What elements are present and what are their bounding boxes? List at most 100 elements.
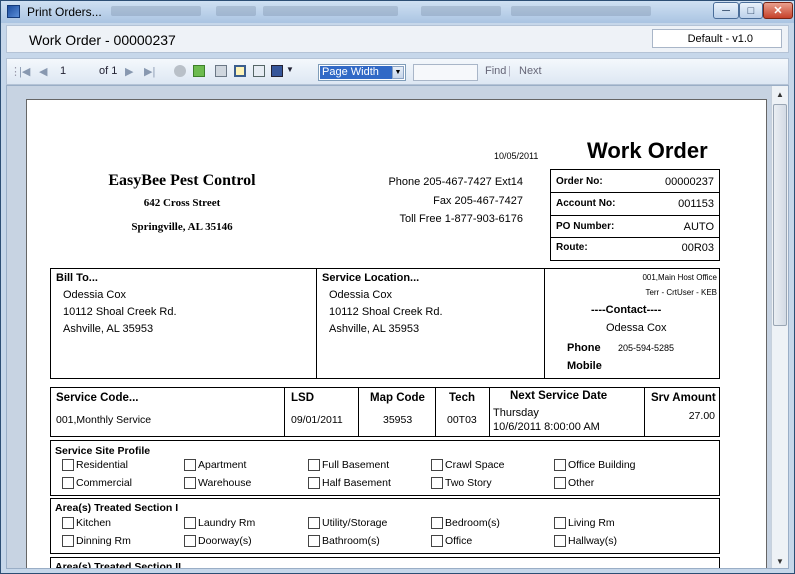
checkbox-box [554, 535, 566, 548]
company-tollfree: Toll Free 1-877-903-6176 [399, 213, 523, 225]
checkbox-two-story[interactable]: Two Story [431, 477, 492, 490]
divider [551, 192, 719, 193]
title-bar[interactable]: Print Orders... ─ □ ✕ [1, 1, 794, 23]
current-page[interactable]: 1 [60, 65, 66, 77]
checkbox-box [184, 517, 196, 530]
checkbox-warehouse[interactable]: Warehouse [184, 477, 252, 490]
zoom-value: Page Width [320, 66, 392, 79]
checkbox-half-basement[interactable]: Half Basement [308, 477, 391, 490]
contact-phone: 205-594-5285 [618, 343, 675, 353]
checkbox-label: Warehouse [198, 477, 252, 489]
scroll-up-icon[interactable]: ▲ [772, 86, 788, 103]
map-code-value: 35953 [383, 414, 413, 426]
page-setup-icon[interactable] [253, 65, 265, 77]
checkbox-box [431, 459, 443, 472]
checkbox-laundry-rm[interactable]: Laundry Rm [184, 517, 255, 530]
checkbox-other[interactable]: Other [554, 477, 594, 490]
checkbox-label: Full Basement [322, 459, 390, 471]
print-orders-window: Print Orders... ─ □ ✕ Work Order - 00000… [0, 0, 795, 574]
service-location-name: Odessia Cox [329, 289, 392, 301]
previous-page-icon[interactable]: ◀ [39, 65, 47, 78]
print-layout-icon[interactable] [234, 65, 246, 77]
phone-label: Phone [567, 342, 601, 354]
checkbox-utility-storage[interactable]: Utility/Storage [308, 517, 387, 530]
checkbox-box [554, 517, 566, 530]
blurred-taskbar-text [511, 6, 651, 16]
srv-amount-header: Srv Amount [651, 392, 716, 404]
checkbox-box [431, 517, 443, 530]
minimize-icon: ─ [722, 4, 730, 17]
checkbox-label: Office [445, 535, 473, 547]
checkbox-doorways[interactable]: Doorway(s) [184, 535, 252, 548]
last-page-icon[interactable]: ▶| [144, 65, 155, 78]
checkbox-hallways[interactable]: Hallway(s) [554, 535, 617, 548]
scroll-down-icon[interactable]: ▼ [772, 553, 788, 568]
report-toolbar: ⋮ |◀ ◀ 1 of 1 ▶ ▶| ▼ Page Width ▼ Find |… [6, 58, 789, 85]
vertical-scrollbar[interactable]: ▲ ▼ [771, 86, 788, 568]
divider [316, 269, 317, 378]
company-name: EasyBee Pest Control [108, 172, 256, 189]
checkbox-label: Bedroom(s) [445, 517, 500, 529]
order-value: 00000237 [665, 176, 714, 188]
maximize-button[interactable]: □ [739, 2, 763, 19]
next-link[interactable]: Next [519, 65, 542, 77]
checkbox-box [308, 477, 320, 490]
tech-header: Tech [449, 392, 475, 404]
zoom-select[interactable]: Page Width ▼ [318, 64, 406, 81]
first-page-icon[interactable]: |◀ [19, 65, 30, 78]
next-service-date: 10/6/2011 8:00:00 AM [493, 421, 600, 433]
checkbox-box [184, 477, 196, 490]
work-order-title: Work Order - 00000237 [29, 32, 176, 48]
blurred-taskbar-text [216, 6, 256, 16]
checkbox-residential[interactable]: Residential [62, 459, 128, 472]
site-profile-heading: Service Site Profile [55, 445, 151, 457]
bill-to-city: Ashville, AL 35953 [63, 323, 154, 335]
checkbox-box [62, 517, 74, 530]
checkbox-dinning-rm[interactable]: Dinning Rm [62, 535, 131, 548]
site-profile-section: Service Site Profile Residential Apartme… [50, 440, 720, 496]
bill-to-name: Odessia Cox [63, 289, 126, 301]
version-field[interactable]: Default - v1.0 [652, 29, 782, 48]
print-icon[interactable] [215, 65, 227, 77]
divider [358, 388, 359, 436]
checkbox-kitchen[interactable]: Kitchen [62, 517, 112, 530]
scroll-thumb[interactable] [773, 104, 787, 326]
checkbox-crawl-space[interactable]: Crawl Space [431, 459, 505, 472]
toolbar-separator: | [508, 65, 511, 77]
export-dropdown-icon[interactable]: ▼ [286, 65, 294, 74]
report-viewer[interactable]: 10/05/2011 Work Order EasyBee Pest Contr… [6, 85, 789, 569]
report-page: 10/05/2011 Work Order EasyBee Pest Contr… [26, 99, 767, 568]
checkbox-box [554, 477, 566, 490]
route-label: Route: [556, 242, 588, 253]
checkbox-box [554, 459, 566, 472]
areas-section-1: Area(s) Treated Section I Kitchen Laundr… [50, 498, 720, 554]
service-code-header: Service Code... [56, 392, 139, 404]
close-button[interactable]: ✕ [763, 2, 793, 19]
minimize-button[interactable]: ─ [713, 2, 739, 19]
checkbox-box [62, 477, 74, 490]
stop-icon[interactable] [174, 65, 186, 77]
find-link[interactable]: Find [485, 65, 506, 77]
account-label: Account No: [556, 198, 616, 209]
maximize-icon: □ [747, 4, 755, 17]
divider [644, 388, 645, 436]
lsd-header: LSD [291, 392, 314, 404]
next-page-icon[interactable]: ▶ [125, 65, 133, 78]
checkbox-commercial[interactable]: Commercial [62, 477, 132, 490]
checkbox-bathrooms[interactable]: Bathroom(s) [308, 535, 380, 548]
refresh-icon[interactable] [193, 65, 205, 77]
checkbox-full-basement[interactable]: Full Basement [308, 459, 390, 472]
checkbox-apartment[interactable]: Apartment [184, 459, 246, 472]
find-input[interactable] [413, 64, 478, 81]
chevron-down-icon[interactable]: ▼ [392, 66, 404, 79]
checkbox-living-rm[interactable]: Living Rm [554, 517, 615, 530]
checkbox-box [308, 517, 320, 530]
checkbox-office-building[interactable]: Office Building [554, 459, 636, 472]
checkbox-box [184, 535, 196, 548]
checkbox-office[interactable]: Office [431, 535, 473, 548]
order-info-box: Order No: 00000237 Account No: 001153 PO… [550, 169, 720, 261]
export-icon[interactable] [271, 65, 283, 77]
window-title: Print Orders... [27, 5, 102, 19]
checkbox-label: Kitchen [76, 517, 112, 529]
checkbox-bedrooms[interactable]: Bedroom(s) [431, 517, 500, 530]
